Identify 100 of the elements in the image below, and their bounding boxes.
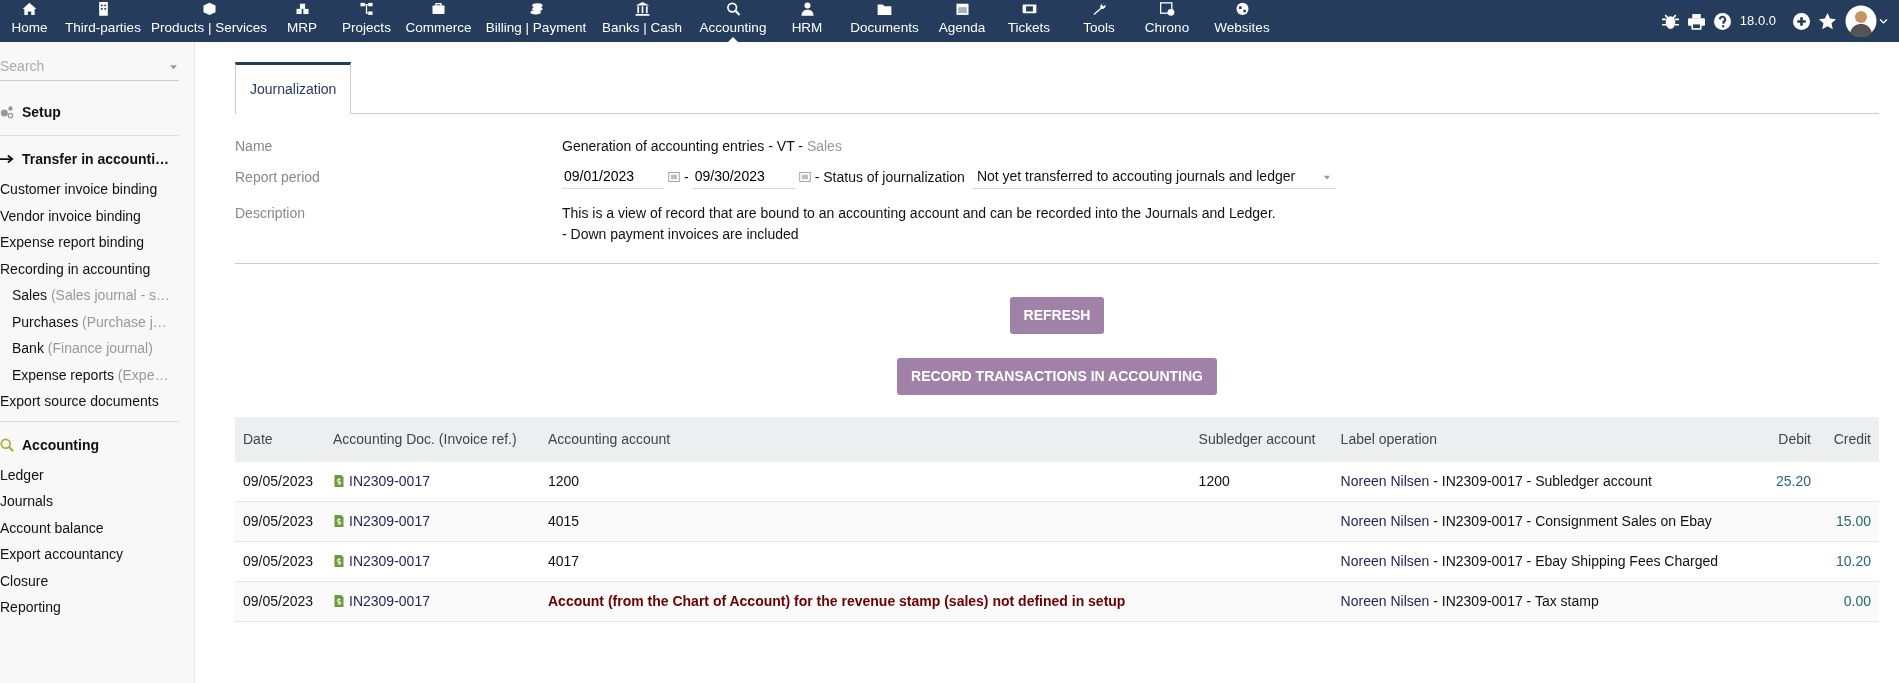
table-cell: 09/05/2023 bbox=[235, 501, 325, 542]
field-label: Report period bbox=[235, 167, 321, 187]
amount-cell: 25.20 bbox=[1764, 462, 1819, 502]
menu-tab[interactable]: Commerce bbox=[400, 0, 477, 42]
menu-link[interactable]: Export accountancy bbox=[0, 541, 194, 568]
column-header: Accounting account bbox=[540, 417, 1191, 462]
name-value: Generation of accounting entries - VT - Sales bbox=[562, 137, 842, 156]
table-cell: 09/05/2023 bbox=[235, 462, 325, 502]
amount-cell: 10.20 bbox=[1819, 541, 1879, 582]
third-party-link[interactable]: Noreen Nilsen bbox=[1340, 553, 1430, 569]
invoice-icon bbox=[333, 594, 345, 608]
table-cell: 1200 bbox=[540, 462, 1191, 502]
status-label: - Status of journalization bbox=[814, 167, 965, 187]
menu-tab[interactable]: Billing | Payment bbox=[477, 0, 595, 42]
label-operation: Noreen Nilsen - IN2309-0017 - Subledger account bbox=[1340, 473, 1652, 489]
menu-link[interactable]: Closure bbox=[0, 567, 194, 594]
amount-cell: 0.00 bbox=[1819, 581, 1879, 622]
menu-tab[interactable]: Home bbox=[0, 0, 59, 42]
menu-link[interactable]: Export source documents bbox=[0, 388, 194, 415]
tab[interactable]: Journalization bbox=[235, 62, 352, 114]
column-header: Debit bbox=[1764, 417, 1819, 462]
menu-tab[interactable]: Third-parties bbox=[59, 0, 147, 42]
cube-icon bbox=[201, 2, 217, 16]
document-link[interactable]: IN2309-0017 bbox=[349, 553, 430, 569]
menu-tab[interactable]: Documents bbox=[837, 0, 932, 42]
column-header: Label operation bbox=[1332, 417, 1764, 462]
cubes-icon bbox=[294, 2, 310, 16]
table-cell: 09/05/2023 bbox=[235, 581, 325, 622]
menu-link[interactable]: Account balance bbox=[0, 514, 194, 541]
label-operation: Noreen Nilsen - IN2309-0017 - Consignment Sales on Ebay bbox=[1340, 513, 1712, 529]
briefcase-icon bbox=[431, 2, 446, 16]
printer-icon[interactable] bbox=[1687, 12, 1705, 30]
wrench-icon bbox=[1091, 2, 1107, 16]
column-header: Subledger account bbox=[1190, 417, 1333, 462]
menu-tab[interactable]: Chrono bbox=[1132, 0, 1202, 42]
menu-tab[interactable]: MRP bbox=[271, 0, 333, 42]
avatar-icon[interactable] bbox=[1845, 5, 1877, 37]
menu-link[interactable]: Vendor invoice binding bbox=[0, 202, 194, 229]
menu-tab[interactable]: Products | Services bbox=[147, 0, 271, 42]
amount-cell: 15.00 bbox=[1819, 501, 1879, 542]
search-icon bbox=[725, 2, 741, 16]
menu-link[interactable]: Expense report binding bbox=[0, 229, 194, 256]
document-link[interactable]: IN2309-0017 bbox=[349, 513, 430, 529]
menu-link[interactable]: Reporting bbox=[0, 594, 194, 621]
menu-link[interactable]: Ledger bbox=[0, 461, 194, 488]
menu-tab[interactable]: Agenda bbox=[932, 0, 992, 42]
bug-icon[interactable] bbox=[1661, 12, 1679, 30]
column-header: Accounting Doc. (Invoice ref.) bbox=[325, 417, 540, 462]
star-icon[interactable] bbox=[1819, 12, 1836, 30]
section-heading[interactable]: Setup bbox=[22, 101, 61, 123]
arrow-icon bbox=[0, 152, 14, 166]
help-icon[interactable] bbox=[1713, 12, 1731, 30]
menu-tab[interactable]: Tools bbox=[1066, 0, 1132, 42]
description-text: This is a view of record that are bound to an accounting account and can be recorded into the Journals and Ledger. bbox=[562, 204, 1276, 223]
field-label: Description bbox=[235, 204, 307, 223]
third-party-link[interactable]: Noreen Nilsen bbox=[1340, 593, 1430, 609]
invoice-icon bbox=[333, 554, 345, 568]
folder-icon bbox=[877, 2, 892, 16]
home-icon bbox=[22, 2, 37, 16]
section-heading[interactable]: Transfer in accounti… bbox=[22, 148, 170, 170]
field-label: Name bbox=[235, 137, 274, 156]
document-link[interactable]: IN2309-0017 bbox=[349, 473, 430, 489]
invoice-icon bbox=[333, 514, 345, 528]
menu-link[interactable]: Expense reports (Expe… bbox=[0, 361, 194, 388]
section-heading[interactable]: Accounting bbox=[22, 433, 99, 456]
error-message: Account (from the Chart of Account) for the revenue stamp (sales) not defined in setup bbox=[540, 581, 1191, 622]
third-party-link[interactable]: Noreen Nilsen bbox=[1340, 513, 1430, 529]
column-header: Credit bbox=[1819, 417, 1879, 462]
menu-tab[interactable]: Accounting bbox=[689, 0, 777, 42]
column-header: Date bbox=[235, 417, 325, 462]
menu-link[interactable]: Sales (Sales journal - s… bbox=[0, 282, 194, 309]
invoice-icon bbox=[333, 474, 345, 488]
menu-tab[interactable]: Tickets bbox=[992, 0, 1066, 42]
separator-text: - bbox=[684, 167, 689, 187]
label-operation: Noreen Nilsen - IN2309-0017 - Ebay Shipping Fees Charged bbox=[1340, 553, 1719, 569]
table-cell: 4017 bbox=[540, 541, 1191, 582]
third-party-link[interactable]: Noreen Nilsen bbox=[1340, 473, 1430, 489]
user-icon bbox=[799, 2, 815, 16]
menu-link[interactable]: Recording in accounting bbox=[0, 255, 194, 282]
description-text: - Down payment invoices are included bbox=[562, 225, 800, 244]
coins-icon bbox=[528, 2, 544, 16]
menu-tab[interactable]: Banks | Cash bbox=[595, 0, 689, 42]
sitemap-icon bbox=[359, 2, 374, 16]
bank-icon bbox=[634, 2, 650, 16]
label-operation: Noreen Nilsen - IN2309-0017 - Tax stamp bbox=[1340, 593, 1599, 609]
menu-link[interactable]: Bank (Finance journal) bbox=[0, 335, 194, 362]
menu-tab[interactable]: HRM bbox=[777, 0, 837, 42]
table-cell: 1200 bbox=[1190, 462, 1333, 502]
table-cell: 09/05/2023 bbox=[235, 541, 325, 582]
table-cell: 4015 bbox=[540, 501, 1191, 542]
document-link[interactable]: IN2309-0017 bbox=[349, 593, 430, 609]
search-icon bbox=[0, 437, 14, 452]
menu-link[interactable]: Customer invoice binding bbox=[0, 176, 194, 203]
menu-link[interactable]: Purchases (Purchase j… bbox=[0, 308, 194, 335]
status-select[interactable]: Not yet transferred to accouting journals and ledger bbox=[972, 165, 1336, 189]
menu-link[interactable]: Journals bbox=[0, 488, 194, 515]
add-icon[interactable] bbox=[1793, 12, 1810, 30]
menu-tab[interactable]: Websites bbox=[1202, 0, 1282, 42]
version-text: 18.0.0 bbox=[1739, 12, 1776, 31]
menu-tab[interactable]: Projects bbox=[333, 0, 400, 42]
